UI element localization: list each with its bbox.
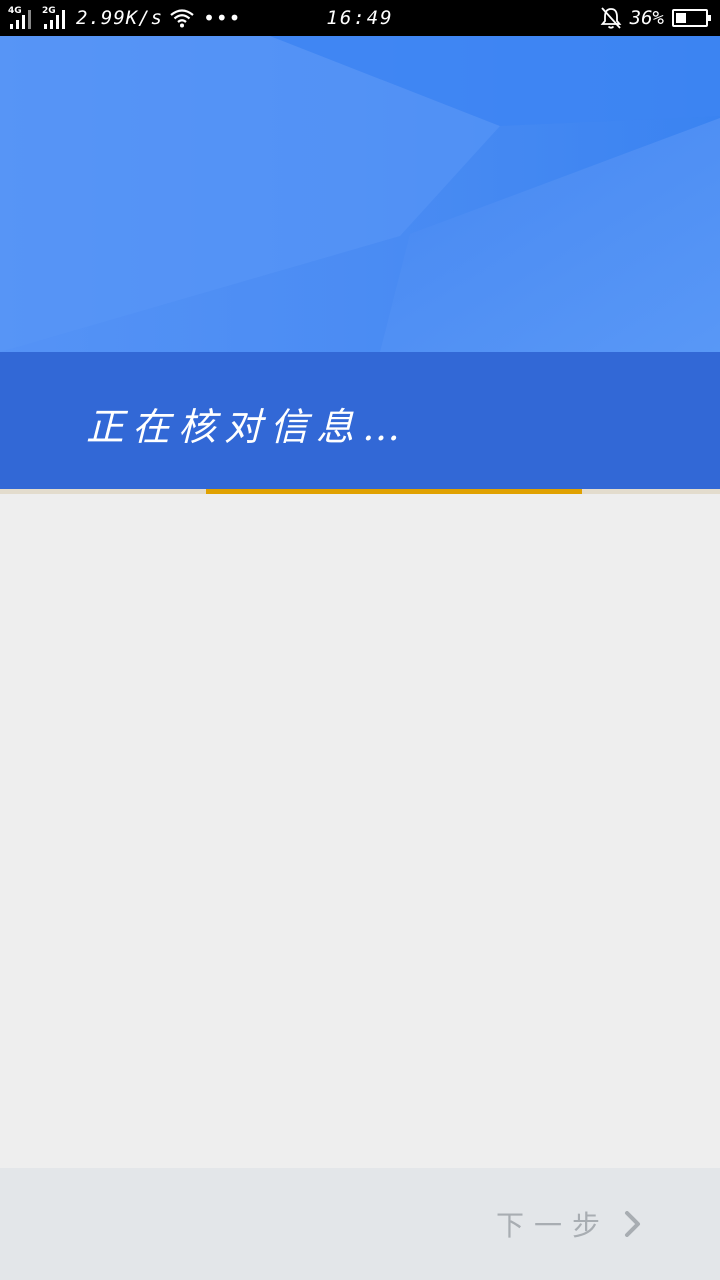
- header-banner: 正在核对信息…: [0, 36, 720, 489]
- next-step-label: 下一步: [495, 1209, 610, 1242]
- status-bar: 4G 2G 2.99K/s ••• 16:49 36%: [0, 0, 720, 36]
- bottom-bar: 下一步: [0, 1168, 720, 1280]
- status-right: 36%: [600, 0, 711, 36]
- battery-icon: [672, 9, 711, 27]
- next-step-button[interactable]: 下一步: [496, 1202, 642, 1246]
- bell-muted-icon: [600, 7, 622, 29]
- battery-level: [676, 13, 686, 23]
- chevron-right-icon: [625, 1211, 640, 1237]
- battery-percent: 36%: [629, 7, 664, 29]
- content-area: [0, 494, 720, 1168]
- verifying-message: 正在核对信息…: [86, 405, 409, 449]
